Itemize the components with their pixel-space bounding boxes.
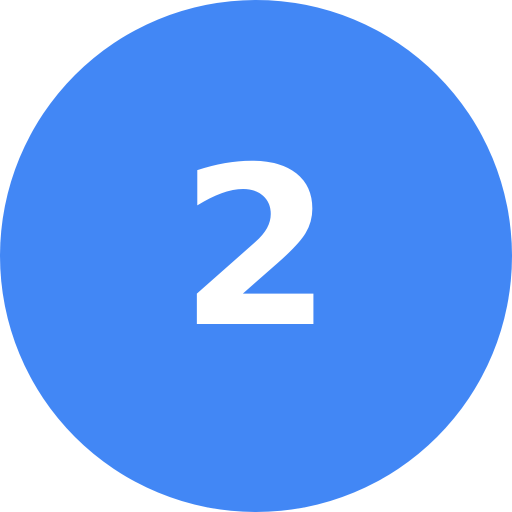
step-number-badge: 2 [0,0,512,512]
stage: 2 [0,0,512,512]
step-number: 2 [179,120,333,376]
